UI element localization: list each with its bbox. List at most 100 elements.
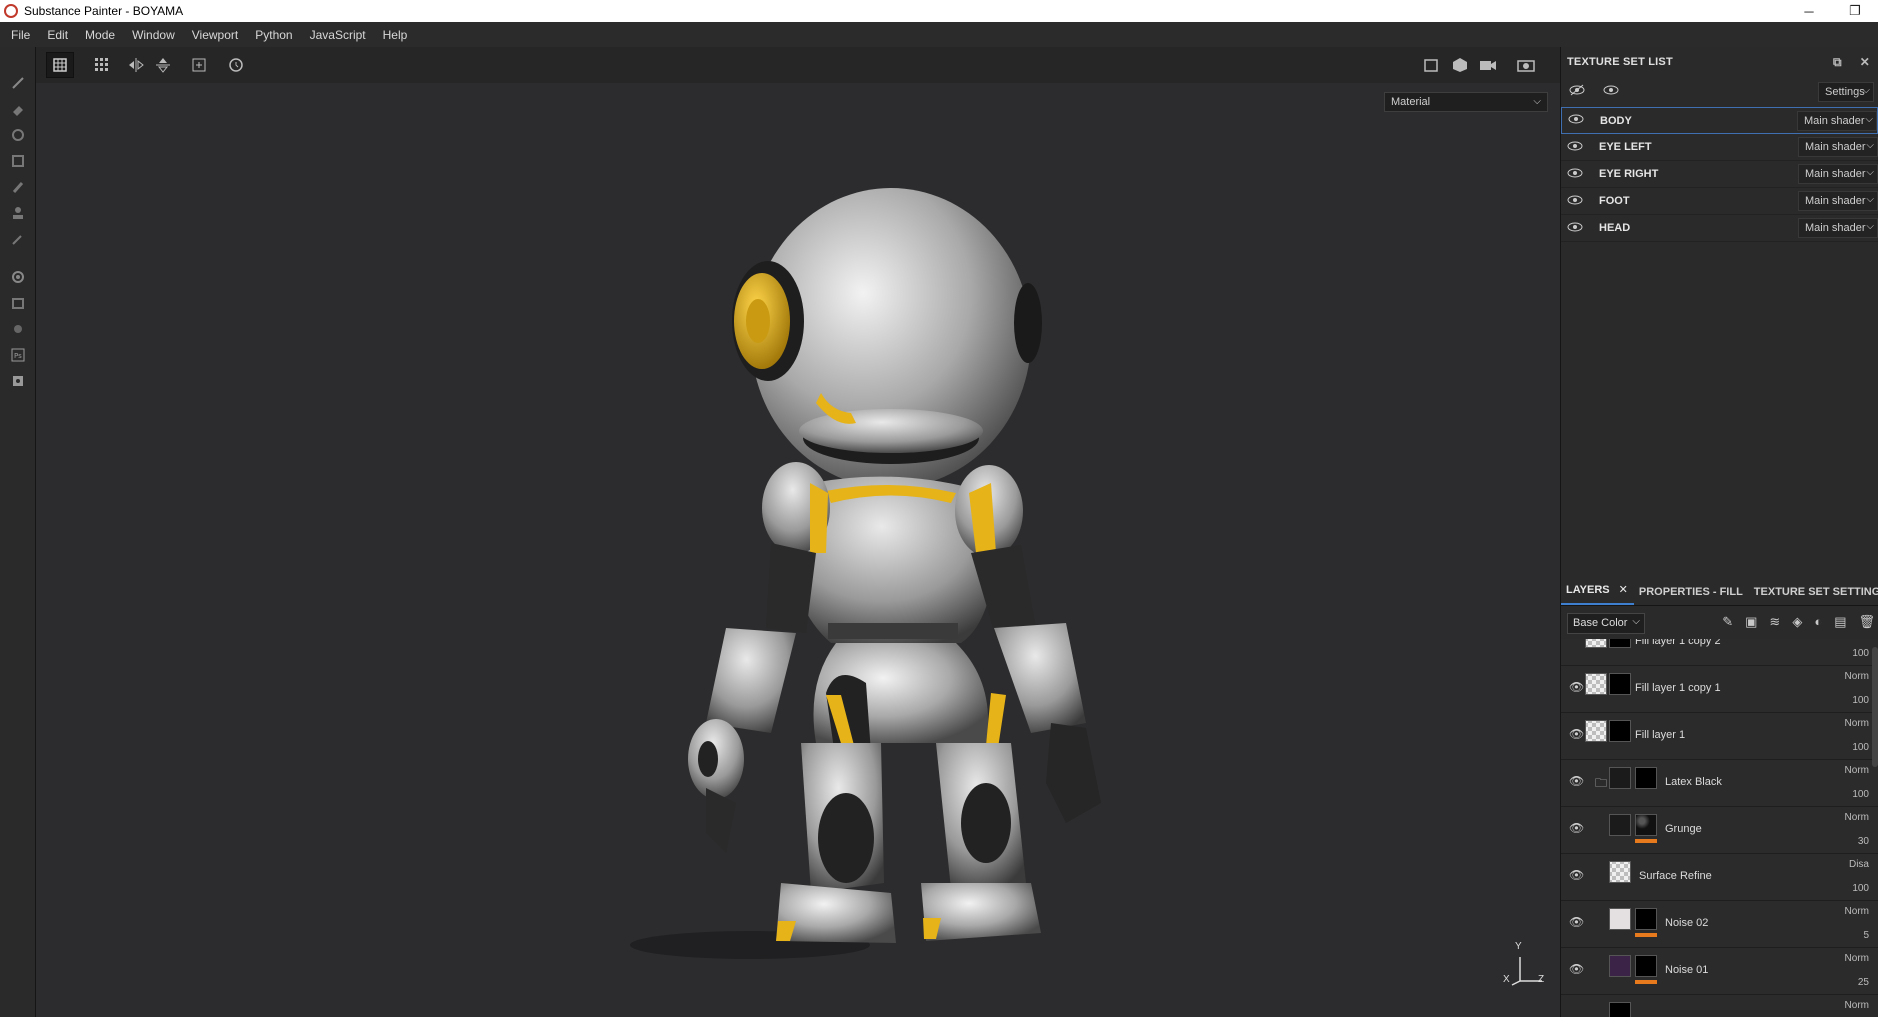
folder-row[interactable]: 👁 🗀 Latex Black Norm 100 bbox=[1561, 760, 1878, 807]
blend-mode-select[interactable]: Norm bbox=[1845, 1000, 1869, 1011]
uv-view-icon[interactable] bbox=[46, 52, 74, 78]
camera-icon[interactable] bbox=[1474, 52, 1502, 78]
close-icon[interactable]: ✕ bbox=[1619, 584, 1628, 596]
eye-icon[interactable] bbox=[1567, 194, 1591, 209]
menu-mode[interactable]: Mode bbox=[80, 28, 127, 42]
blend-mode-select[interactable]: Disa bbox=[1849, 859, 1869, 870]
add-mask-icon[interactable]: ▣ bbox=[1745, 614, 1757, 630]
add-effect-icon[interactable]: ✎ bbox=[1722, 614, 1733, 630]
eye-icon[interactable]: 👁 bbox=[1569, 821, 1584, 835]
viewport-2d-icon[interactable] bbox=[1418, 52, 1446, 78]
menu-edit[interactable]: Edit bbox=[42, 28, 80, 42]
eye-icon[interactable] bbox=[1567, 140, 1591, 155]
reset-camera-icon[interactable] bbox=[222, 52, 250, 78]
3d-viewport[interactable]: Material ⌵ Y X Z bbox=[36, 83, 1560, 1017]
close-icon[interactable]: ✕ bbox=[1860, 55, 1870, 70]
screenshot-icon[interactable] bbox=[1512, 52, 1540, 78]
eye-icon[interactable] bbox=[1568, 113, 1592, 128]
tab-properties-fill[interactable]: PROPERTIES - FILL bbox=[1634, 586, 1749, 605]
eye-icon[interactable] bbox=[1567, 221, 1591, 236]
grid-view-icon[interactable] bbox=[88, 52, 116, 78]
menu-python[interactable]: Python bbox=[250, 28, 304, 42]
layer-row[interactable]: 👁 Noise 02 Norm 5 bbox=[1561, 901, 1878, 948]
layer-row[interactable]: 👁 Fill layer 1 copy 1 Norm 100 bbox=[1561, 666, 1878, 713]
float-panel-icon[interactable]: ⧉ bbox=[1833, 55, 1842, 70]
layer-opacity[interactable]: 5 bbox=[1863, 930, 1869, 941]
photoshop-export-icon[interactable]: Ps bbox=[8, 345, 28, 365]
channel-select[interactable]: Base Color ⌵ bbox=[1567, 612, 1645, 634]
shelf-icon[interactable] bbox=[8, 293, 28, 313]
blend-mode-select[interactable]: Norm bbox=[1845, 906, 1869, 917]
eye-icon[interactable]: 👁 bbox=[1569, 962, 1584, 976]
eraser-icon[interactable] bbox=[8, 99, 28, 119]
layer-opacity[interactable]: 100 bbox=[1852, 789, 1869, 800]
eye-icon[interactable]: 👁 bbox=[1569, 727, 1584, 741]
minimize-button[interactable]: ─ bbox=[1786, 0, 1832, 22]
texture-set-row[interactable]: HEAD Main shader ⌵ bbox=[1561, 215, 1878, 242]
texture-set-row[interactable]: EYE RIGHT Main shader ⌵ bbox=[1561, 161, 1878, 188]
eye-icon[interactable]: 👁 bbox=[1569, 680, 1584, 694]
tab-texture-set-settings[interactable]: TEXTURE SET SETTINGS bbox=[1749, 586, 1878, 605]
layer-opacity[interactable]: 100 bbox=[1852, 695, 1869, 706]
layer-row[interactable]: 👁 Noise 01 Norm 25 bbox=[1561, 948, 1878, 995]
delete-layer-icon[interactable]: 🗑 bbox=[1858, 614, 1875, 630]
layer-name: Surface Refine bbox=[1639, 870, 1712, 882]
hide-all-eye-icon[interactable] bbox=[1569, 83, 1585, 101]
blend-mode-select[interactable]: Norm bbox=[1845, 671, 1869, 682]
show-all-eye-icon[interactable] bbox=[1603, 83, 1619, 101]
add-fill-layer-icon[interactable]: ◈ bbox=[1792, 614, 1802, 630]
viewport-3d-cube-icon[interactable] bbox=[1446, 52, 1474, 78]
layer-row[interactable]: 👁 Surface Refine Disa 100 bbox=[1561, 854, 1878, 901]
shader-select[interactable]: Main shader ⌵ bbox=[1798, 191, 1878, 211]
paint-brush-icon[interactable] bbox=[8, 73, 28, 93]
smudge-icon[interactable] bbox=[8, 177, 28, 197]
layer-row[interactable]: 👁 Grunge Norm 30 bbox=[1561, 807, 1878, 854]
plugin-icon[interactable] bbox=[8, 371, 28, 391]
menu-file[interactable]: File bbox=[6, 28, 42, 42]
menu-javascript[interactable]: JavaScript bbox=[305, 28, 378, 42]
display-settings-icon[interactable] bbox=[8, 319, 28, 339]
eye-icon[interactable] bbox=[1567, 167, 1591, 182]
menu-viewport[interactable]: Viewport bbox=[187, 28, 250, 42]
projection-icon[interactable] bbox=[8, 125, 28, 145]
maximize-button[interactable]: ❐ bbox=[1832, 0, 1878, 22]
layer-opacity[interactable]: 25 bbox=[1858, 977, 1869, 988]
menu-help[interactable]: Help bbox=[378, 28, 420, 42]
settings-dropdown[interactable]: Settings ⌵ bbox=[1818, 82, 1874, 102]
eye-icon[interactable]: 👁 bbox=[1569, 774, 1584, 788]
mask-thumbnail bbox=[1635, 908, 1657, 930]
polygon-fill-icon[interactable] bbox=[8, 151, 28, 171]
bake-icon[interactable] bbox=[8, 267, 28, 287]
layer-opacity[interactable]: 100 bbox=[1852, 742, 1869, 753]
shader-select[interactable]: Main shader ⌵ bbox=[1797, 111, 1877, 131]
layer-opacity[interactable]: 100 bbox=[1852, 648, 1869, 659]
eye-icon[interactable]: 👁 bbox=[1569, 868, 1584, 882]
blend-mode-select[interactable]: Norm bbox=[1845, 812, 1869, 823]
blend-mode-select[interactable]: Norm bbox=[1845, 718, 1869, 729]
menu-window[interactable]: Window bbox=[127, 28, 187, 42]
layer-row[interactable]: Norm bbox=[1561, 995, 1878, 1017]
add-layer-icon[interactable]: ≋ bbox=[1769, 614, 1780, 630]
shader-select[interactable]: Main shader ⌵ bbox=[1798, 164, 1878, 184]
texture-set-row[interactable]: FOOT Main shader ⌵ bbox=[1561, 188, 1878, 215]
add-folder-icon[interactable]: ▤ bbox=[1834, 614, 1846, 630]
tab-layers[interactable]: LAYERS ✕ bbox=[1561, 583, 1634, 605]
blend-mode-select[interactable]: Norm bbox=[1845, 953, 1869, 964]
layers-scrollbar[interactable] bbox=[1872, 647, 1878, 767]
texture-set-row[interactable]: EYE LEFT Main shader ⌵ bbox=[1561, 134, 1878, 161]
layer-row[interactable]: Fill layer 1 copy 2 100 bbox=[1561, 639, 1878, 666]
texture-set-row[interactable]: BODY Main shader ⌵ bbox=[1561, 107, 1878, 134]
blend-mode-select[interactable]: Norm bbox=[1845, 765, 1869, 776]
mirror-vertical-icon[interactable] bbox=[149, 52, 177, 78]
add-smart-material-icon[interactable]: ◐ bbox=[1814, 614, 1822, 630]
layer-row[interactable]: 👁 Fill layer 1 Norm 100 bbox=[1561, 713, 1878, 760]
layer-opacity[interactable]: 100 bbox=[1852, 883, 1869, 894]
clone-stamp-icon[interactable] bbox=[8, 203, 28, 223]
frame-selection-icon[interactable] bbox=[185, 52, 213, 78]
shader-select[interactable]: Main shader ⌵ bbox=[1798, 137, 1878, 157]
eye-icon[interactable]: 👁 bbox=[1569, 915, 1584, 929]
color-picker-icon[interactable] bbox=[8, 229, 28, 249]
layer-opacity[interactable]: 30 bbox=[1858, 836, 1869, 847]
mirror-horizontal-icon[interactable] bbox=[122, 52, 150, 78]
shader-select[interactable]: Main shader ⌵ bbox=[1798, 218, 1878, 238]
